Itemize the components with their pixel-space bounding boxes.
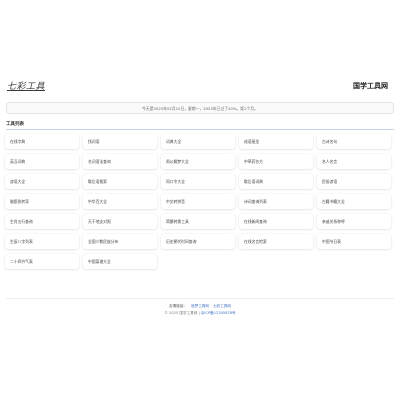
site-title: 国学工具网 <box>353 82 388 90</box>
tool-card[interactable]: 民俗谚语 <box>317 174 391 189</box>
tool-grid: 在线字典 找词语 词典大全 成语接龙 古诗名句 英汉词典 名词语法查询 周公解梦… <box>5 134 395 269</box>
site-header: 七彩工具 国学工具网 <box>0 76 400 98</box>
tool-card[interactable]: 找词语 <box>83 134 157 149</box>
tool-card[interactable]: 脑筋急转弯 <box>5 194 79 209</box>
friend-links-label: 友情链接： <box>169 304 188 308</box>
site-logo[interactable]: 七彩工具 <box>7 79 45 92</box>
tool-card[interactable]: 生辰八字列表 <box>5 234 79 249</box>
tool-card[interactable]: 歇后语词典 <box>239 174 313 189</box>
friend-link[interactable]: 七彩工具网 <box>213 304 231 308</box>
copyright-text: © 2025 国学工具网 | <box>164 311 200 315</box>
section-title: 工具列表 <box>6 122 24 127</box>
tool-card[interactable]: 成语接龙 <box>239 134 313 149</box>
tool-card[interactable]: 谚语大全 <box>5 174 79 189</box>
copyright: © 2025 国学工具网 | 京ICP备12345678号 <box>0 311 400 316</box>
tool-card[interactable]: 在线名言检索 <box>239 234 313 249</box>
section-divider <box>6 129 394 130</box>
tool-card[interactable]: 名词语法查询 <box>83 154 157 169</box>
friend-links: 友情链接： 追梦工具网 七彩工具网 <box>0 304 400 309</box>
footer-divider <box>6 298 394 299</box>
tool-card[interactable]: 中国菜谱大全 <box>83 254 157 269</box>
tool-card[interactable]: 中文转拼音 <box>161 194 235 209</box>
tool-card[interactable]: 诗词查询列表 <box>239 194 313 209</box>
tool-card[interactable]: 在线字典 <box>5 134 79 149</box>
tool-card[interactable]: 中华百大全 <box>83 194 157 209</box>
tool-card[interactable]: 生肖五行查询 <box>5 214 79 229</box>
tool-card[interactable]: 历史朝代时间查询 <box>161 234 235 249</box>
tool-card[interactable]: 词典大全 <box>161 134 235 149</box>
tool-card[interactable]: 天干地支对照 <box>83 214 157 229</box>
tool-card[interactable]: 古诗名句 <box>317 134 391 149</box>
tool-card[interactable]: 周公解梦大全 <box>161 154 235 169</box>
tool-card[interactable]: 中国节日表 <box>317 234 391 249</box>
tool-card[interactable]: 在线新闻查询 <box>239 214 313 229</box>
tool-card[interactable]: 古籍书籍大全 <box>317 194 391 209</box>
date-notice: 今天是2025年02月10日，星期一，2025年已过了40%。距2个月。 <box>6 102 394 114</box>
tool-card[interactable]: 歇后语搜索 <box>83 174 157 189</box>
tool-card[interactable]: 亲戚关系称呼 <box>317 214 391 229</box>
tool-card[interactable]: 简繁转换工具 <box>161 214 235 229</box>
friend-link[interactable]: 追梦工具网 <box>191 304 209 308</box>
tool-card[interactable]: 同口令大全 <box>161 174 235 189</box>
icp-link[interactable]: 京ICP备12345678号 <box>201 311 236 315</box>
tool-card[interactable]: 中草药名方 <box>239 154 313 169</box>
tool-card[interactable]: 二十四节气表 <box>5 254 79 269</box>
tool-card[interactable]: 名人名言 <box>317 154 391 169</box>
tool-card[interactable]: 英汉词典 <box>5 154 79 169</box>
tool-card[interactable]: 全国少数民族分布 <box>83 234 157 249</box>
